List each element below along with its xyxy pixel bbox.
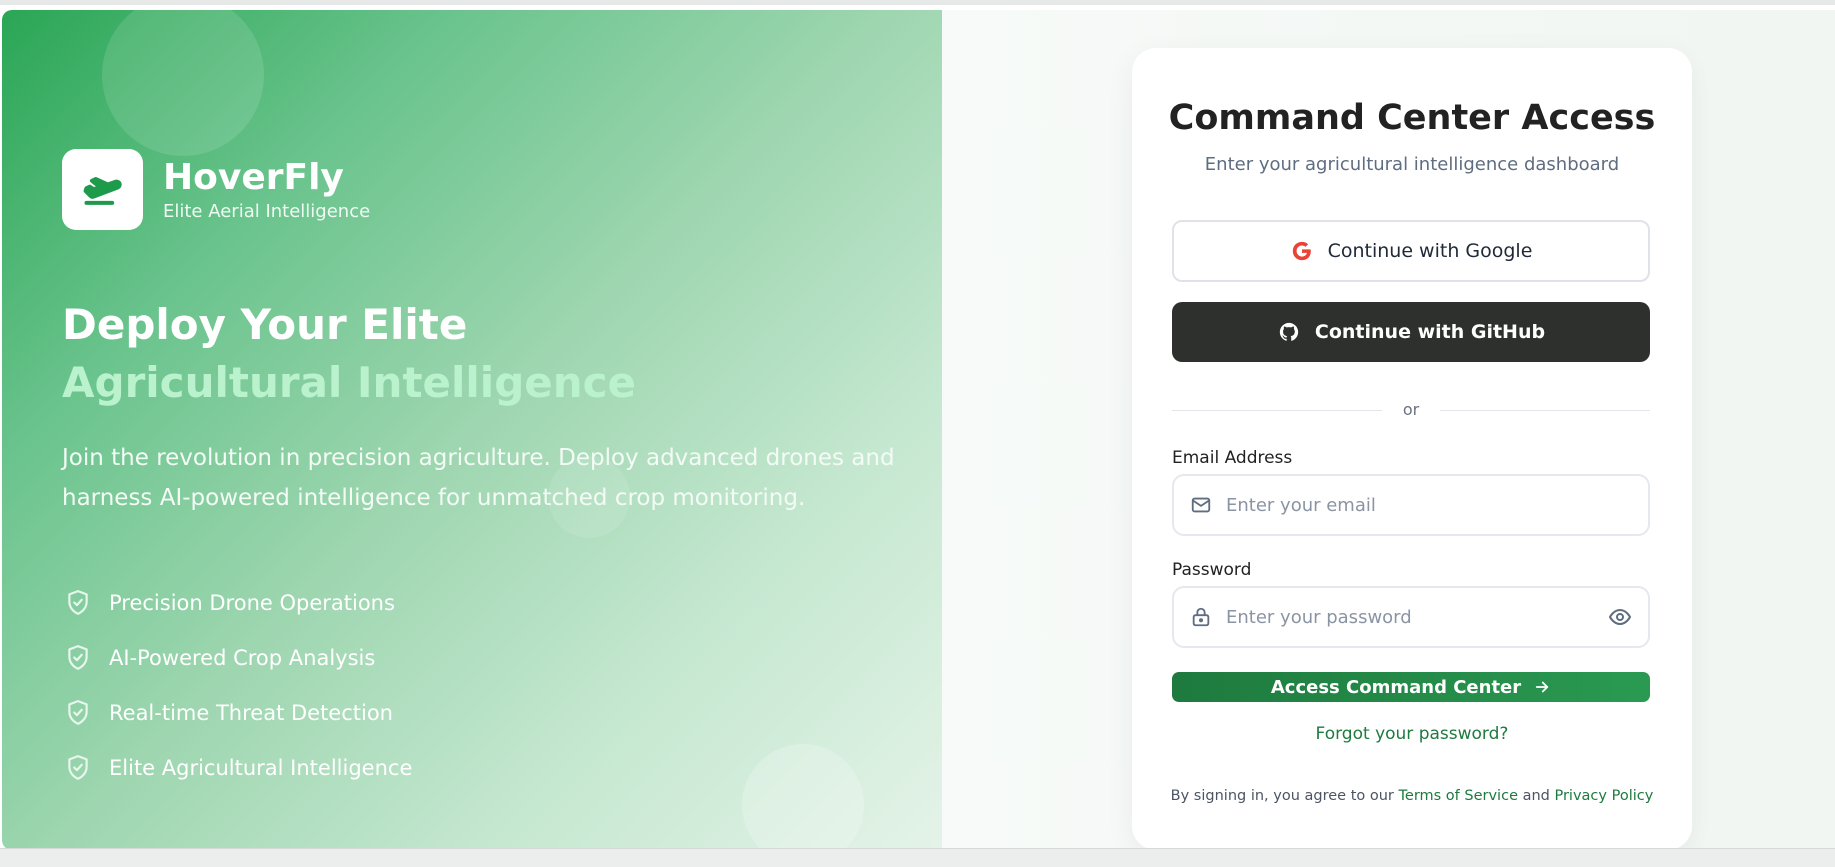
- github-button-label: Continue with GitHub: [1314, 321, 1546, 343]
- browser-viewport: HoverFly Elite Aerial Intelligence Deplo…: [0, 0, 1835, 850]
- google-icon: [1290, 239, 1314, 263]
- google-button-label: Continue with Google: [1327, 240, 1533, 262]
- feature-label: Precision Drone Operations: [109, 590, 395, 615]
- shield-check-icon: [62, 697, 94, 729]
- decorative-circle: [742, 744, 864, 850]
- card-title: Command Center Access: [1168, 98, 1656, 138]
- shield-check-icon: [62, 642, 94, 674]
- eye-icon[interactable]: [1606, 603, 1634, 631]
- email-input[interactable]: [1226, 494, 1648, 516]
- email-field-wrapper: [1172, 474, 1650, 536]
- password-input[interactable]: [1226, 606, 1606, 628]
- shield-check-icon: [62, 752, 94, 784]
- card-subtitle: Enter your agricultural intelligence das…: [1204, 154, 1620, 175]
- mail-icon: [1188, 492, 1214, 518]
- access-command-center-button[interactable]: Access Command Center: [1172, 672, 1650, 702]
- headline-line-2: Agricultural Intelligence: [62, 358, 637, 407]
- privacy-policy-link[interactable]: Privacy Policy: [1554, 788, 1653, 804]
- feature-label: AI-Powered Crop Analysis: [109, 645, 376, 670]
- github-signin-button[interactable]: Continue with GitHub: [1172, 302, 1650, 362]
- brand-name: HoverFly: [163, 157, 344, 198]
- submit-button-label: Access Command Center: [1270, 676, 1522, 698]
- github-icon: [1277, 320, 1301, 344]
- lock-icon: [1188, 604, 1214, 630]
- feature-label: Real-time Threat Detection: [109, 700, 393, 725]
- login-card: Command Center Access Enter your agricul…: [1132, 48, 1692, 850]
- hero-description: Join the revolution in precision agricul…: [62, 445, 895, 511]
- feature-list: Precision Drone Operations AI-Powered Cr…: [62, 575, 412, 795]
- decorative-circle: [102, 10, 264, 156]
- hero-headline: Deploy Your Elite Agricultural Intellige…: [62, 296, 636, 412]
- feature-item: AI-Powered Crop Analysis: [62, 630, 412, 685]
- brand-tagline: Elite Aerial Intelligence: [163, 201, 371, 222]
- headline-line-1: Deploy Your Elite: [62, 300, 468, 349]
- shield-check-icon: [62, 587, 94, 619]
- feature-item: Elite Agricultural Intelligence: [62, 740, 412, 795]
- taskbar-strip: [0, 848, 1835, 867]
- feature-label: Elite Agricultural Intelligence: [109, 755, 413, 780]
- feature-item: Real-time Threat Detection: [62, 685, 412, 740]
- email-label: Email Address: [1172, 448, 1293, 468]
- forgot-password-link[interactable]: Forgot your password?: [1132, 724, 1692, 744]
- or-divider: or: [1172, 400, 1650, 420]
- password-field-wrapper: [1172, 586, 1650, 648]
- legal-prefix: By signing in, you agree to our: [1170, 788, 1394, 804]
- legal-and: and: [1522, 788, 1550, 804]
- brand: HoverFly Elite Aerial Intelligence: [62, 149, 370, 230]
- auth-panel: Command Center Access Enter your agricul…: [942, 10, 1835, 850]
- hero-panel: HoverFly Elite Aerial Intelligence Deplo…: [2, 10, 942, 850]
- divider-line: [1440, 410, 1650, 411]
- plane-takeoff-icon: [62, 149, 143, 230]
- password-label: Password: [1172, 560, 1252, 580]
- terms-of-service-link[interactable]: Terms of Service: [1399, 788, 1518, 804]
- arrow-right-icon: [1533, 678, 1551, 696]
- feature-item: Precision Drone Operations: [62, 575, 412, 630]
- google-signin-button[interactable]: Continue with Google: [1172, 220, 1650, 282]
- legal-notice: By signing in, you agree to our Terms of…: [1132, 788, 1692, 804]
